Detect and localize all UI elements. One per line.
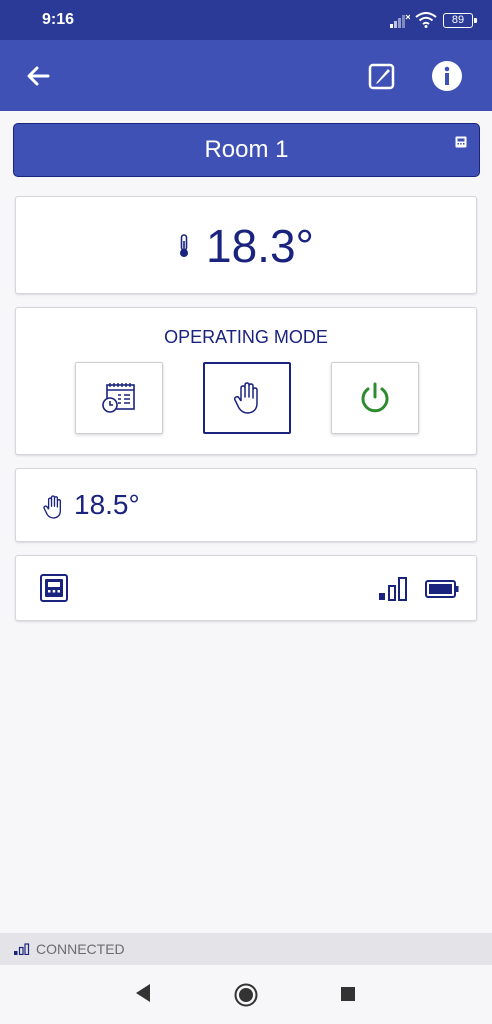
system-navigation-bar [0, 965, 492, 1024]
manual-mode-button[interactable] [203, 362, 291, 434]
system-status-bar: 9:16 89 [0, 0, 492, 40]
power-icon [361, 382, 389, 413]
nav-recents-icon[interactable] [340, 986, 356, 1002]
thermostat-device-icon [455, 136, 467, 148]
app-bar [0, 40, 492, 111]
hand-manual-icon [43, 495, 61, 519]
signal-strength-icon [379, 577, 407, 601]
clock: 9:16 [42, 11, 75, 28]
nav-home-icon[interactable] [234, 983, 258, 1007]
battery-full-icon [425, 580, 459, 598]
edit-square-icon[interactable] [366, 60, 398, 92]
cell-signal-icon [390, 14, 410, 28]
current-temperature-value: 18.3° [206, 220, 314, 272]
off-mode-button[interactable] [331, 362, 419, 434]
current-temperature-card: 18.3° [15, 196, 477, 294]
device-status-card [15, 555, 477, 621]
info-circle-icon[interactable] [430, 59, 464, 93]
signal-strength-icon [14, 943, 30, 955]
wifi-icon [415, 12, 437, 28]
thermostat-device-icon [40, 574, 68, 602]
nav-back-icon[interactable] [134, 982, 152, 1004]
setpoint-value: 18.5° [74, 489, 140, 520]
setpoint-card[interactable]: 18.5° [15, 468, 477, 542]
schedule-calendar-icon [102, 383, 135, 413]
room-name: Room 1 [204, 136, 289, 163]
battery-status-icon: 89 [443, 13, 477, 28]
thermometer-icon [180, 234, 188, 257]
connection-status-bar: CONNECTED [0, 933, 492, 965]
operating-mode-card: OPERATING MODE [15, 307, 477, 455]
connection-status-label: CONNECTED [36, 941, 125, 957]
operating-mode-title: OPERATING MODE [164, 327, 328, 347]
room-name-banner: Room 1 [13, 123, 480, 177]
schedule-mode-button[interactable] [75, 362, 163, 434]
hand-manual-icon [233, 382, 258, 414]
arrow-left-icon[interactable] [22, 60, 54, 92]
